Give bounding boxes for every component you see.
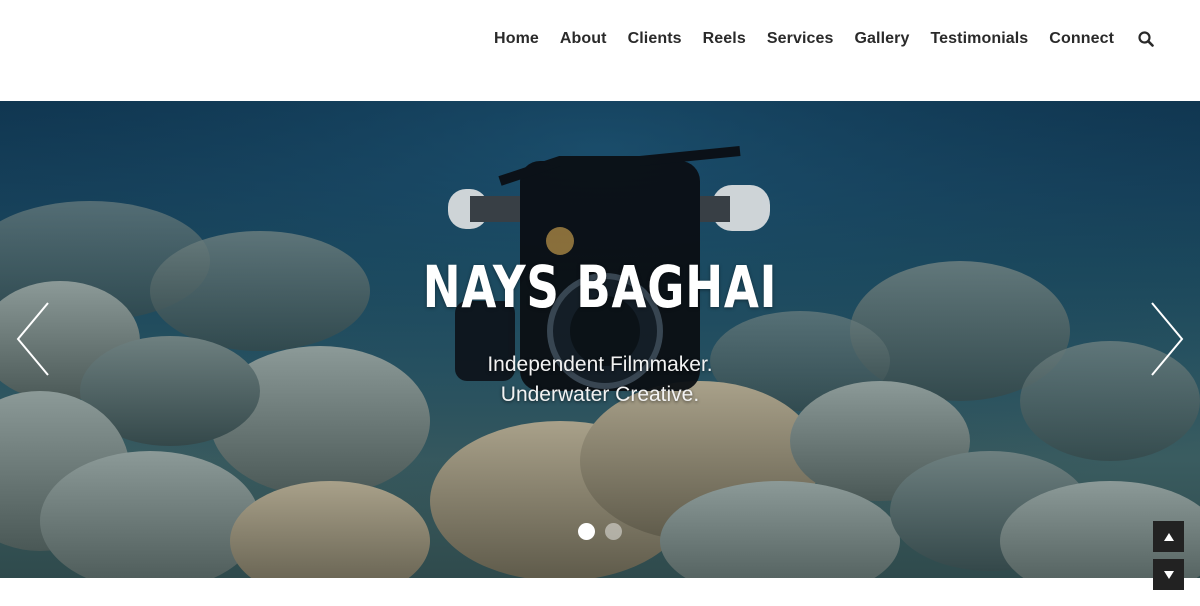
scroll-up-button[interactable]: [1153, 521, 1184, 552]
slide-dot-2[interactable]: [605, 523, 622, 540]
nav-item-connect[interactable]: Connect: [1049, 28, 1114, 50]
hero-background-image: [0, 101, 1200, 578]
slide-dot-1[interactable]: [578, 523, 595, 540]
slider-next-button[interactable]: [1148, 301, 1188, 381]
nav-item-reels[interactable]: Reels: [703, 28, 746, 50]
main-nav: Home About Clients Reels Services Galler…: [473, 28, 1156, 50]
nav-item-testimonials[interactable]: Testimonials: [930, 28, 1028, 50]
triangle-up-icon: [1163, 532, 1174, 541]
search-icon[interactable]: [1138, 28, 1156, 50]
chevron-left-icon: [16, 302, 49, 376]
hero-subtitle-line1: Independent Filmmaker.: [487, 353, 713, 376]
hero-slider: NAYS BAGHAI Independent Filmmaker. Under…: [0, 101, 1200, 578]
nav-item-clients[interactable]: Clients: [628, 28, 682, 50]
hero-subtitle-line2: Underwater Creative.: [500, 383, 700, 406]
nav-item-services[interactable]: Services: [767, 28, 834, 50]
nav-item-gallery[interactable]: Gallery: [855, 28, 910, 50]
triangle-down-icon: [1163, 570, 1174, 579]
site-header: Home About Clients Reels Services Galler…: [0, 0, 1200, 101]
hero-title: NAYS BAGHAI: [422, 253, 778, 321]
slider-prev-button[interactable]: [12, 301, 52, 381]
nav-item-home[interactable]: Home: [494, 28, 539, 50]
chevron-right-icon: [1151, 302, 1184, 376]
nav-item-about[interactable]: About: [560, 28, 607, 50]
scroll-down-button[interactable]: [1153, 559, 1184, 590]
slider-pagination: [578, 523, 632, 540]
